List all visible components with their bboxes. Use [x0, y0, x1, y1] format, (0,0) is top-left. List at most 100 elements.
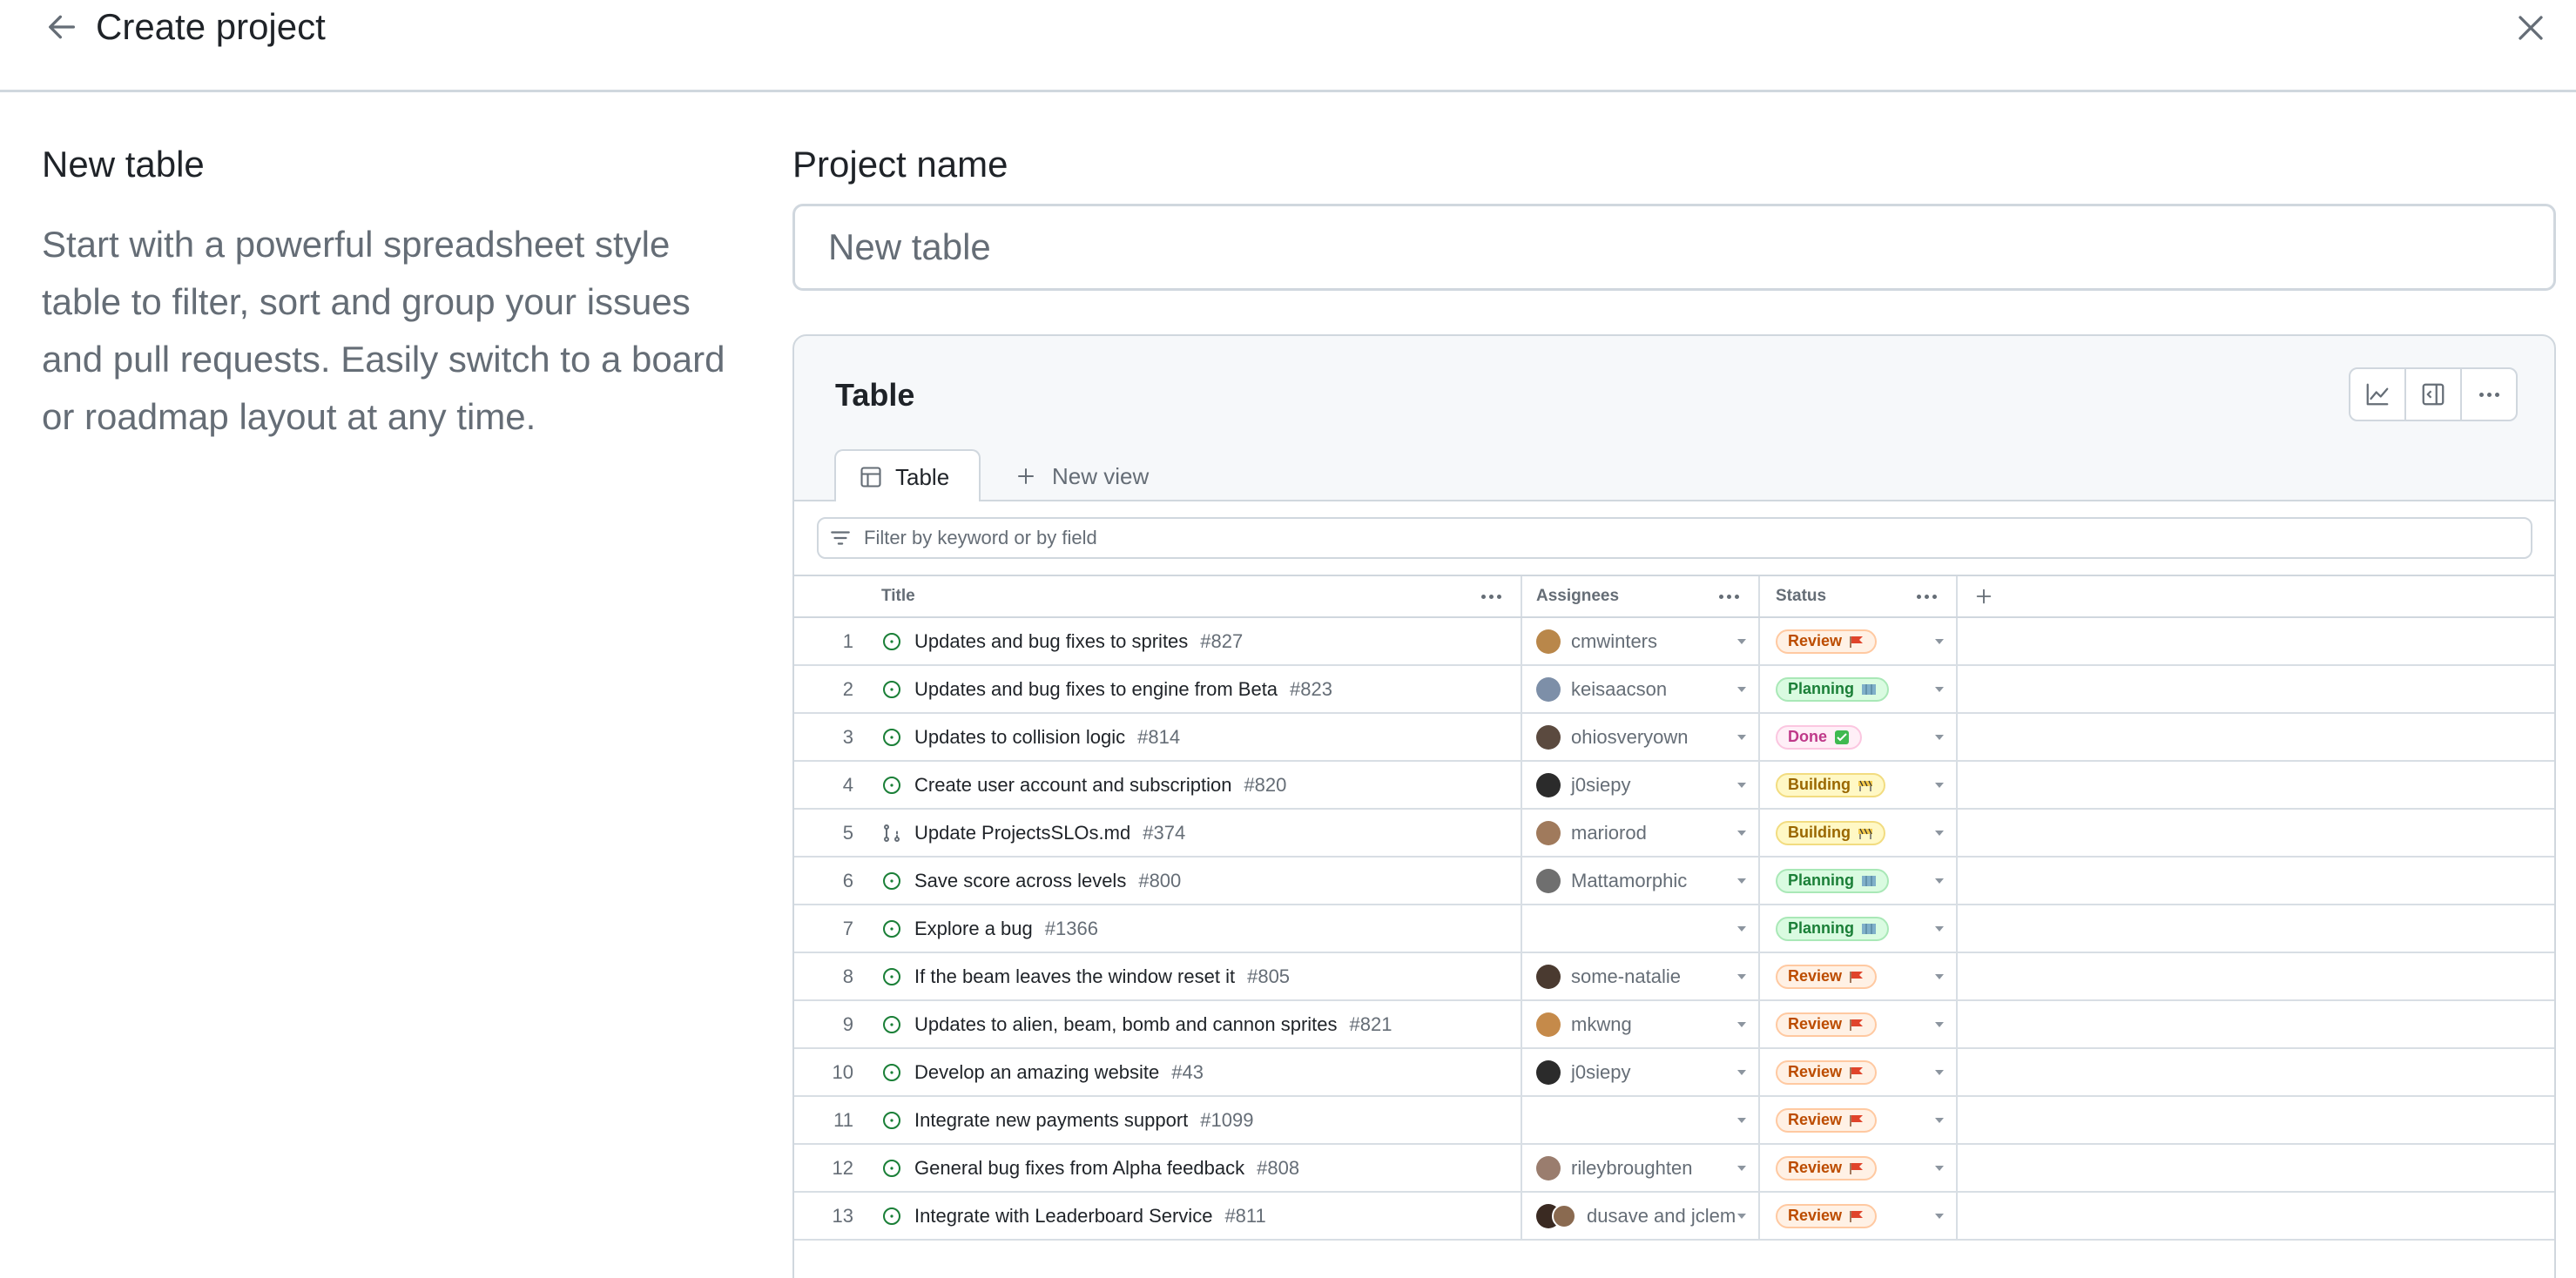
- title-cell[interactable]: Develop an amazing website #43: [881, 1049, 1522, 1095]
- chevron-down-icon[interactable]: [1737, 735, 1746, 740]
- chevron-down-icon[interactable]: [1737, 1214, 1746, 1219]
- item-title[interactable]: Develop an amazing website: [914, 1061, 1159, 1084]
- column-menu-icon[interactable]: [1917, 594, 1937, 599]
- status-cell[interactable]: Planning: [1760, 666, 1958, 712]
- item-title[interactable]: Integrate with Leaderboard Service: [914, 1205, 1212, 1228]
- chevron-down-icon[interactable]: [1737, 639, 1746, 644]
- item-title[interactable]: Update ProjectsSLOs.md: [914, 822, 1130, 844]
- table-row[interactable]: 2 Updates and bug fixes to engine from B…: [794, 666, 2554, 714]
- item-title[interactable]: General bug fixes from Alpha feedback: [914, 1157, 1244, 1180]
- table-row[interactable]: 1 Updates and bug fixes to sprites #827 …: [794, 618, 2554, 666]
- item-title[interactable]: Explore a bug: [914, 918, 1033, 940]
- chevron-down-icon[interactable]: [1935, 1022, 1944, 1027]
- new-view-button[interactable]: New view: [1003, 449, 1149, 503]
- table-row[interactable]: 5 Update ProjectsSLOs.md #374 mariorod B…: [794, 810, 2554, 858]
- status-cell[interactable]: Review: [1760, 1001, 1958, 1047]
- status-cell[interactable]: Review: [1760, 1049, 1958, 1095]
- title-cell[interactable]: Update ProjectsSLOs.md #374: [881, 810, 1522, 856]
- status-cell[interactable]: Planning: [1760, 905, 1958, 952]
- chevron-down-icon[interactable]: [1935, 1070, 1944, 1075]
- column-header-title[interactable]: Title: [881, 576, 1522, 616]
- title-cell[interactable]: Updates to alien, beam, bomb and cannon …: [881, 1001, 1522, 1047]
- assignees-cell[interactable]: j0siepy: [1522, 762, 1760, 808]
- chevron-down-icon[interactable]: [1737, 1166, 1746, 1171]
- table-row[interactable]: 3 Updates to collision logic #814 ohiosv…: [794, 714, 2554, 762]
- assignees-cell[interactable]: mkwng: [1522, 1001, 1760, 1047]
- item-title[interactable]: Create user account and subscription: [914, 774, 1231, 797]
- chevron-down-icon[interactable]: [1737, 878, 1746, 884]
- chevron-down-icon[interactable]: [1935, 926, 1944, 932]
- sidebar-toggle-button[interactable]: [2406, 369, 2462, 420]
- chevron-down-icon[interactable]: [1935, 1166, 1944, 1171]
- chevron-down-icon[interactable]: [1737, 831, 1746, 836]
- assignees-cell[interactable]: Mattamorphic: [1522, 858, 1760, 904]
- filter-input[interactable]: [864, 527, 2431, 549]
- insights-button[interactable]: [2350, 369, 2406, 420]
- chevron-down-icon[interactable]: [1935, 831, 1944, 836]
- status-cell[interactable]: Building: [1760, 810, 1958, 856]
- table-row[interactable]: 6 Save score across levels #800 Mattamor…: [794, 858, 2554, 905]
- chevron-down-icon[interactable]: [1935, 639, 1944, 644]
- assignees-cell[interactable]: keisaacson: [1522, 666, 1760, 712]
- chevron-down-icon[interactable]: [1737, 783, 1746, 788]
- chevron-down-icon[interactable]: [1737, 687, 1746, 692]
- column-menu-icon[interactable]: [1481, 594, 1501, 599]
- table-row[interactable]: 7 Explore a bug #1366 Planning: [794, 905, 2554, 953]
- status-cell[interactable]: Review: [1760, 1193, 1958, 1239]
- item-title[interactable]: Save score across levels: [914, 870, 1126, 892]
- assignees-cell[interactable]: dusave and jclem: [1522, 1193, 1760, 1239]
- chevron-down-icon[interactable]: [1935, 974, 1944, 979]
- status-cell[interactable]: Review: [1760, 618, 1958, 664]
- table-row[interactable]: 11 Integrate new payments support #1099 …: [794, 1097, 2554, 1145]
- status-cell[interactable]: Review: [1760, 953, 1958, 999]
- assignees-cell[interactable]: some-natalie: [1522, 953, 1760, 999]
- status-cell[interactable]: Building: [1760, 762, 1958, 808]
- table-row[interactable]: 12 General bug fixes from Alpha feedback…: [794, 1145, 2554, 1193]
- title-cell[interactable]: General bug fixes from Alpha feedback #8…: [881, 1145, 1522, 1191]
- back-button[interactable]: [40, 5, 84, 49]
- status-cell[interactable]: Planning: [1760, 858, 1958, 904]
- table-row[interactable]: 9 Updates to alien, beam, bomb and canno…: [794, 1001, 2554, 1049]
- title-cell[interactable]: If the beam leaves the window reset it #…: [881, 953, 1522, 999]
- item-title[interactable]: Updates to alien, beam, bomb and cannon …: [914, 1013, 1338, 1036]
- chevron-down-icon[interactable]: [1737, 1070, 1746, 1075]
- assignees-cell[interactable]: [1522, 1097, 1760, 1143]
- column-menu-icon[interactable]: [1719, 594, 1739, 599]
- title-cell[interactable]: Explore a bug #1366: [881, 905, 1522, 952]
- chevron-down-icon[interactable]: [1935, 1118, 1944, 1123]
- assignees-cell[interactable]: mariorod: [1522, 810, 1760, 856]
- assignees-cell[interactable]: ohiosveryown: [1522, 714, 1760, 760]
- assignees-cell[interactable]: [1522, 905, 1760, 952]
- title-cell[interactable]: Updates and bug fixes to engine from Bet…: [881, 666, 1522, 712]
- assignees-cell[interactable]: rileybroughten: [1522, 1145, 1760, 1191]
- assignees-cell[interactable]: j0siepy: [1522, 1049, 1760, 1095]
- tab-table[interactable]: Table: [834, 449, 981, 503]
- status-cell[interactable]: Review: [1760, 1097, 1958, 1143]
- status-cell[interactable]: Done: [1760, 714, 1958, 760]
- item-title[interactable]: If the beam leaves the window reset it: [914, 965, 1235, 988]
- item-title[interactable]: Integrate new payments support: [914, 1109, 1188, 1132]
- more-options-button[interactable]: [2462, 369, 2516, 420]
- title-cell[interactable]: Updates and bug fixes to sprites #827: [881, 618, 1522, 664]
- chevron-down-icon[interactable]: [1935, 783, 1944, 788]
- title-cell[interactable]: Integrate new payments support #1099: [881, 1097, 1522, 1143]
- close-button[interactable]: [2508, 5, 2553, 50]
- chevron-down-icon[interactable]: [1935, 1214, 1944, 1219]
- chevron-down-icon[interactable]: [1737, 926, 1746, 932]
- chevron-down-icon[interactable]: [1737, 1118, 1746, 1123]
- item-title[interactable]: Updates to collision logic: [914, 726, 1125, 749]
- column-header-status[interactable]: Status: [1760, 576, 1958, 616]
- table-row[interactable]: 4 Create user account and subscription #…: [794, 762, 2554, 810]
- table-row[interactable]: 13 Integrate with Leaderboard Service #8…: [794, 1193, 2554, 1241]
- column-header-assignees[interactable]: Assignees: [1522, 576, 1760, 616]
- table-row[interactable]: 8 If the beam leaves the window reset it…: [794, 953, 2554, 1001]
- title-cell[interactable]: Updates to collision logic #814: [881, 714, 1522, 760]
- add-field-button[interactable]: [1958, 576, 2010, 616]
- chevron-down-icon[interactable]: [1737, 1022, 1746, 1027]
- table-row[interactable]: 10 Develop an amazing website #43 j0siep…: [794, 1049, 2554, 1097]
- chevron-down-icon[interactable]: [1935, 878, 1944, 884]
- status-cell[interactable]: Review: [1760, 1145, 1958, 1191]
- title-cell[interactable]: Integrate with Leaderboard Service #811: [881, 1193, 1522, 1239]
- title-cell[interactable]: Create user account and subscription #82…: [881, 762, 1522, 808]
- item-title[interactable]: Updates and bug fixes to engine from Bet…: [914, 678, 1278, 701]
